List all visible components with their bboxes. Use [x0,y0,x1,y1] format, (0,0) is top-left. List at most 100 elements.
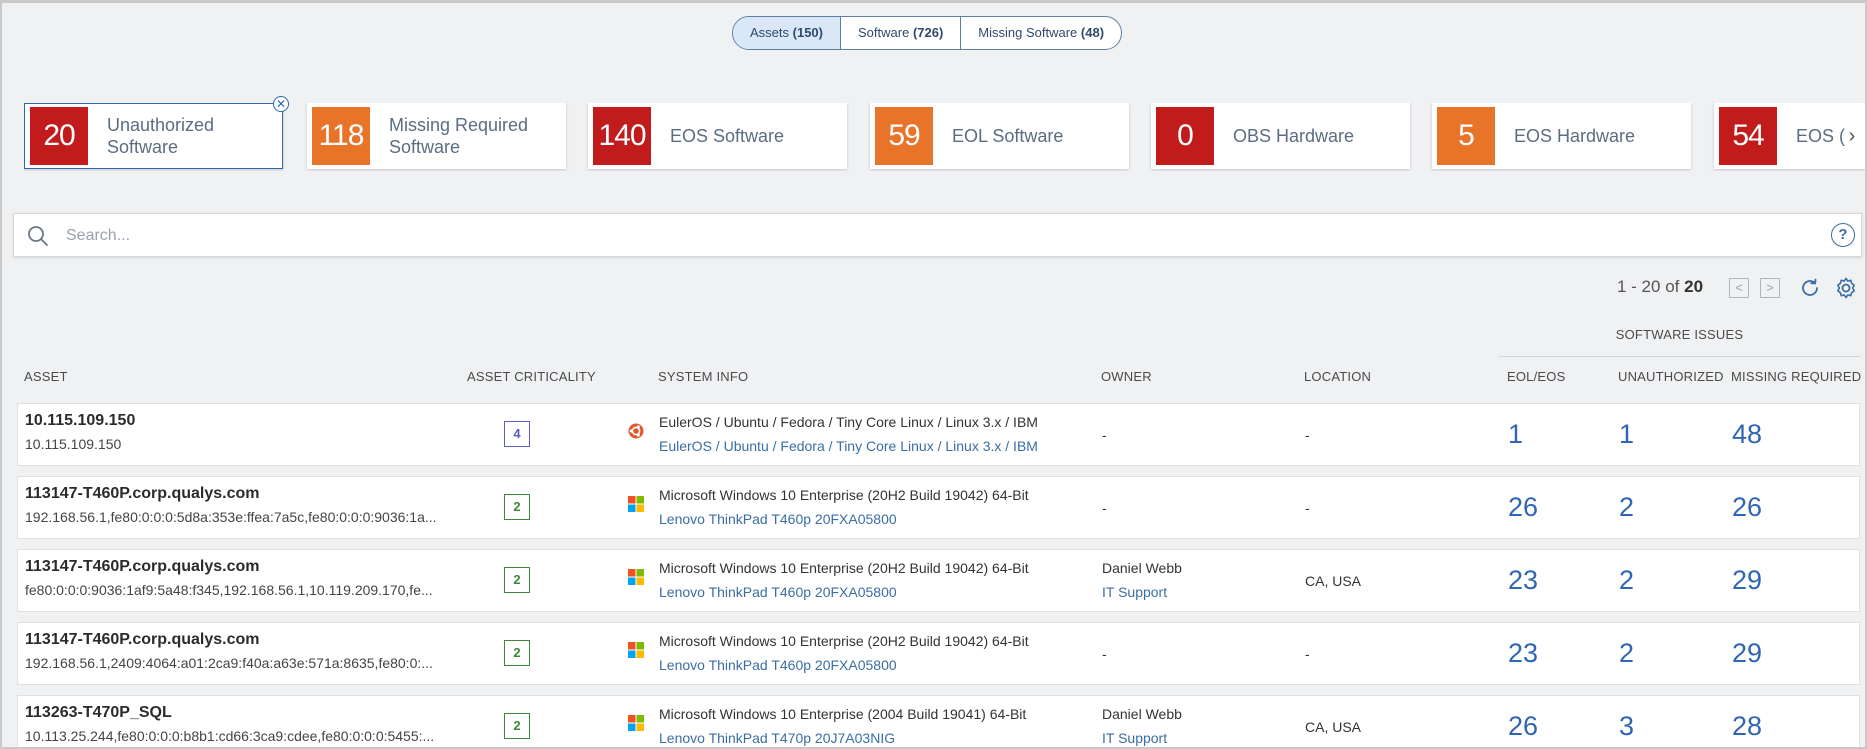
asset-name[interactable]: 113147-T460P.corp.qualys.com [25,558,260,576]
tab-software-label: Software [858,25,910,40]
col-header-eol-eos[interactable]: EOL/EOS [1507,369,1565,384]
card-count: 5 [1437,107,1495,165]
col-header-asset[interactable]: ASSET [24,369,68,384]
tab-software[interactable]: Software (726) [841,17,962,49]
owner-name: - [1102,500,1107,516]
card-count: 54 [1719,107,1777,165]
search-bar: ? [13,213,1862,257]
eol-eos-count[interactable]: 26 [1508,711,1538,742]
card-eos-hardware[interactable]: 5 EOS Hardware [1432,103,1691,169]
tab-software-count: (726) [912,25,944,40]
card-eos-software[interactable]: 140 EOS Software [588,103,847,169]
card-label: EOS Hardware [1514,126,1636,146]
eol-eos-count[interactable]: 23 [1508,638,1538,669]
search-input[interactable] [66,220,1786,252]
table-row[interactable]: 113147-T460P.corp.qualys.com 192.168.56.… [17,622,1860,685]
criticality-badge: 2 [504,494,530,520]
asset-ip: 192.168.56.1,2409:4064:a01:2ca9:f40a:a63… [25,655,433,671]
table-row[interactable]: 10.115.109.150 10.115.109.150 4 EulerOS … [17,403,1860,466]
pagination-total: 20 [1684,277,1704,296]
os-icon-slot [628,423,644,444]
card-label: EOS Software [670,126,785,146]
col-header-system-info[interactable]: SYSTEM INFO [658,369,748,384]
system-os: Microsoft Windows 10 Enterprise (20H2 Bu… [659,560,1029,576]
asset-ip: 10.113.25.244,fe80:0:0:0:b8b1:cd66:3ca9:… [25,728,435,744]
col-header-criticality[interactable]: ASSET CRITICALITY [467,369,596,384]
prev-page-button[interactable]: < [1729,278,1749,298]
system-hardware[interactable]: Lenovo ThinkPad T460p 20FXA05800 [659,657,897,673]
os-icon-slot [628,715,644,736]
eol-eos-count[interactable]: 1 [1508,419,1523,450]
pagination-info: 1 - 20 of 20 [1617,277,1703,297]
card-count: 20 [30,107,88,165]
asset-name[interactable]: 113147-T460P.corp.qualys.com [25,485,260,503]
system-hardware[interactable]: Lenovo ThinkPad T470p 20J7A03NIG [659,730,895,746]
tab-missing-software[interactable]: Missing Software (48) [961,17,1121,49]
col-header-missing-required[interactable]: MISSING REQUIRED [1731,369,1861,384]
col-header-owner[interactable]: OWNER [1101,369,1152,384]
ubuntu-icon [628,423,644,439]
table-row[interactable]: 113263-T470P_SQL 10.113.25.244,fe80:0:0:… [17,695,1860,749]
tab-assets-count: (150) [792,25,823,40]
help-icon[interactable]: ? [1831,223,1855,247]
asset-name[interactable]: 113147-T460P.corp.qualys.com [25,631,260,649]
gear-icon[interactable] [1833,275,1859,301]
unauthorized-count[interactable]: 1 [1619,419,1634,450]
system-hardware[interactable]: Lenovo ThinkPad T460p 20FXA05800 [659,511,897,527]
missing-required-count[interactable]: 26 [1732,492,1762,523]
clear-filter-icon[interactable]: ✕ [273,96,289,112]
card-label: Missing Required Software [389,114,528,158]
card-count: 118 [312,107,370,165]
card-label: EOS ( [1796,126,1846,146]
table-row[interactable]: 113147-T460P.corp.qualys.com fe80:0:0:0:… [17,549,1860,612]
asset-ip: 10.115.109.150 [25,436,122,452]
unauthorized-count[interactable]: 2 [1619,492,1634,523]
criticality-badge: 2 [504,713,530,739]
card-label-line2: Software [107,137,179,157]
criticality-badge: 4 [504,421,530,447]
refresh-icon[interactable] [1797,275,1823,301]
card-obs-hardware[interactable]: 0 OBS Hardware [1151,103,1410,169]
next-page-button[interactable]: > [1760,278,1780,298]
asset-ip: fe80:0:0:0:9036:1af9:5a48:f345,192.168.5… [25,582,433,598]
windows-icon [628,715,644,731]
software-issues-header: SOFTWARE ISSUES [1615,327,1744,342]
missing-required-count[interactable]: 29 [1732,638,1762,669]
card-unauthorized-software[interactable]: 20 Unauthorized Software [24,103,283,169]
card-label-line1: Unauthorized [107,115,215,135]
asset-name[interactable]: 113263-T470P_SQL [25,704,172,722]
os-icon-slot [628,642,644,663]
pagination-range: 1 - 20 of [1617,277,1680,296]
owner-department[interactable]: IT Support [1102,730,1167,746]
os-icon-slot [628,496,644,517]
unauthorized-count[interactable]: 3 [1619,711,1634,742]
card-count: 59 [875,107,933,165]
windows-icon [628,496,644,512]
table-row[interactable]: 113147-T460P.corp.qualys.com 192.168.56.… [17,476,1860,539]
eol-eos-count[interactable]: 23 [1508,565,1538,596]
card-label-line1: Missing Required [389,115,529,135]
missing-required-count[interactable]: 28 [1732,711,1762,742]
card-eol-software[interactable]: 59 EOL Software [870,103,1129,169]
unauthorized-count[interactable]: 2 [1619,565,1634,596]
col-header-location[interactable]: LOCATION [1304,369,1371,384]
tab-assets[interactable]: Assets (150) [733,17,841,49]
tab-missing-software-count: (48) [1080,25,1105,40]
system-hardware[interactable]: EulerOS / Ubuntu / Fedora / Tiny Core Li… [659,438,1038,454]
system-hardware[interactable]: Lenovo ThinkPad T460p 20FXA05800 [659,584,897,600]
eol-eos-count[interactable]: 26 [1508,492,1538,523]
unauthorized-count[interactable]: 2 [1619,638,1634,669]
missing-required-count[interactable]: 29 [1732,565,1762,596]
col-header-unauthorized[interactable]: UNAUTHORIZED [1618,369,1724,384]
asset-name[interactable]: 10.115.109.150 [25,412,135,430]
owner-name: Daniel Webb [1102,560,1182,576]
card-missing-required-software[interactable]: 118 Missing Required Software [307,103,566,169]
chevron-right-icon[interactable]: › [1842,124,1862,148]
card-label-line2: Software [389,137,461,157]
tab-missing-software-label: Missing Software [978,25,1078,40]
location: CA, USA [1305,573,1362,589]
search-icon [28,226,48,246]
owner-department[interactable]: IT Support [1102,584,1167,600]
missing-required-count[interactable]: 48 [1732,419,1762,450]
criticality-badge: 2 [504,567,530,593]
